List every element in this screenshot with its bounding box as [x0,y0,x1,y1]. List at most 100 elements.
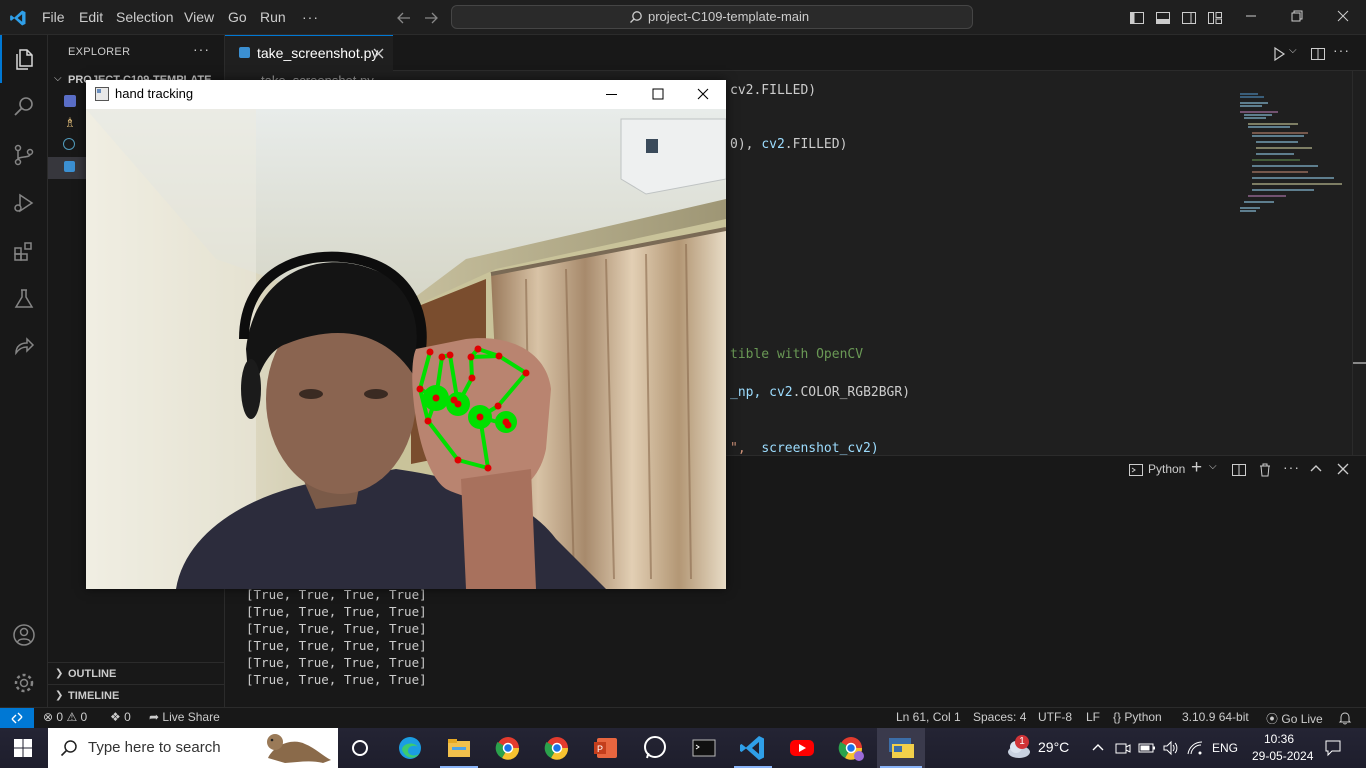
menu-view[interactable]: View [184,0,214,35]
python-interpreter[interactable]: 3.10.9 64-bit [1182,710,1249,724]
whatsapp-icon[interactable] [639,732,671,764]
language-mode[interactable]: {} Python [1113,710,1162,724]
menu-file[interactable]: File [42,0,65,35]
input-language[interactable]: ENG [1212,741,1238,755]
live-share-status[interactable]: ➦ Live Share [149,710,220,724]
trash-icon[interactable] [1257,462,1273,478]
forward-arrow-icon[interactable] [423,10,439,26]
hand-landmark-point [454,400,462,408]
terminal-kind-label[interactable]: Python [1148,462,1185,476]
toggle-primary-sidebar-icon[interactable] [1129,10,1145,26]
notifications-icon[interactable] [1324,739,1342,757]
indentation[interactable]: Spaces: 4 [973,710,1026,724]
hand-landmark-connection [496,371,528,408]
activity-testing[interactable] [0,275,48,323]
menu-more[interactable]: ··· [302,0,319,35]
meet-now-icon[interactable] [1115,740,1131,756]
restore-button[interactable] [1274,0,1320,35]
chevron-down-icon[interactable]: ⌵ [1289,45,1297,56]
volume-icon[interactable] [1162,740,1178,756]
close-panel-icon[interactable] [1337,463,1349,475]
editor-vertical-scrollbar[interactable] [1352,71,1366,455]
info-file-icon [63,138,75,150]
split-terminal-icon[interactable] [1231,462,1247,478]
close-icon[interactable] [373,48,384,59]
activity-extensions[interactable] [0,227,48,275]
back-arrow-icon[interactable] [396,10,412,26]
minimize-icon [606,94,617,95]
extensions-icon [14,242,32,261]
end-of-line[interactable]: LF [1086,710,1100,724]
encoding[interactable]: UTF-8 [1038,710,1072,724]
menu-edit[interactable]: Edit [79,0,103,35]
gear-icon [14,673,34,693]
split-editor-icon[interactable] [1310,46,1326,62]
battery-icon[interactable] [1138,740,1156,756]
tab-take-screenshot[interactable]: take_screenshot.py [225,35,393,71]
command-center-search[interactable]: project-C109-template-main [451,5,973,29]
wifi-icon[interactable] [1187,740,1203,756]
add-terminal-icon[interactable]: + [1191,457,1202,479]
close-button[interactable] [1320,0,1366,35]
hand-landmark-connection [426,419,460,462]
clock-date[interactable]: 29-05-2024 [1252,749,1313,763]
cursor-position[interactable]: Ln 61, Col 1 [896,710,961,724]
file-explorer-icon[interactable] [443,732,475,764]
activity-explorer[interactable] [0,35,48,83]
hand-landmark-point [416,385,424,393]
activity-run-debug[interactable] [0,179,48,227]
html-file-icon [64,95,76,107]
activity-source-control[interactable] [0,131,48,179]
run-python-file-icon[interactable] [1271,46,1287,62]
braces-icon: {} [1113,710,1122,724]
opencv-title-bar[interactable]: hand tracking [86,80,726,109]
menu-selection[interactable]: Selection [116,0,174,35]
menu-go[interactable]: Go [228,0,247,35]
outline-section[interactable]: ❯ OUTLINE [48,662,224,684]
taskbar-search[interactable]: Type here to search [48,728,338,768]
activity-search[interactable] [0,83,48,131]
edge-browser-icon[interactable] [394,732,426,764]
minimap[interactable] [1238,90,1348,220]
files-icon [16,49,33,70]
toggle-panel-icon[interactable] [1155,10,1171,26]
opencv-window[interactable]: hand tracking [86,80,726,589]
chrome-alt-profile-icon[interactable] [835,732,867,764]
remote-indicator[interactable] [0,708,34,729]
chrome-profile-icon[interactable] [492,732,524,764]
editor-more-icon[interactable]: ··· [1333,42,1350,58]
youtube-icon[interactable] [786,732,818,764]
activity-accounts[interactable] [0,611,48,659]
activity-remote[interactable] [0,323,48,371]
menu-run[interactable]: Run [260,0,286,35]
timeline-section[interactable]: ❯ TIMELINE [48,684,224,706]
go-live-button[interactable]: ⦿ Go Live [1266,710,1323,727]
terminal-app-icon[interactable] [688,732,720,764]
minimize-button[interactable] [1228,0,1274,35]
toggle-secondary-sidebar-icon[interactable] [1181,10,1197,26]
vscode-taskbar-icon[interactable] [737,732,769,764]
cv-close-button[interactable] [680,80,726,109]
activity-settings[interactable] [0,659,48,707]
run-debug-icon [14,193,34,213]
cv-minimize-button[interactable] [588,80,634,109]
explorer-more-icon[interactable]: ··· [193,41,210,57]
ports-icon: ❖ [110,710,121,724]
windows-start-icon[interactable] [14,739,32,757]
problems-status[interactable]: ⊗ 0 ⚠ 0 [43,710,87,724]
bell-icon[interactable] [1338,711,1352,725]
task-view-icon[interactable] [344,732,376,764]
weather-temperature[interactable]: 29°C [1038,739,1069,755]
chevron-down-icon[interactable]: ⌵ [1209,461,1217,472]
live-share-icon [15,337,35,356]
chevron-up-icon[interactable] [1091,741,1105,755]
clock-time[interactable]: 10:36 [1264,732,1294,746]
chrome-browser-icon[interactable] [541,732,573,764]
powerpoint-icon[interactable]: P [590,732,622,764]
panel-more-icon[interactable]: ··· [1283,459,1300,475]
ports-status[interactable]: ❖ 0 [110,710,131,724]
cv-maximize-button[interactable] [634,80,680,109]
customize-layout-icon[interactable] [1207,10,1223,26]
python-app-icon[interactable] [884,732,916,764]
maximize-panel-icon[interactable] [1309,462,1323,476]
